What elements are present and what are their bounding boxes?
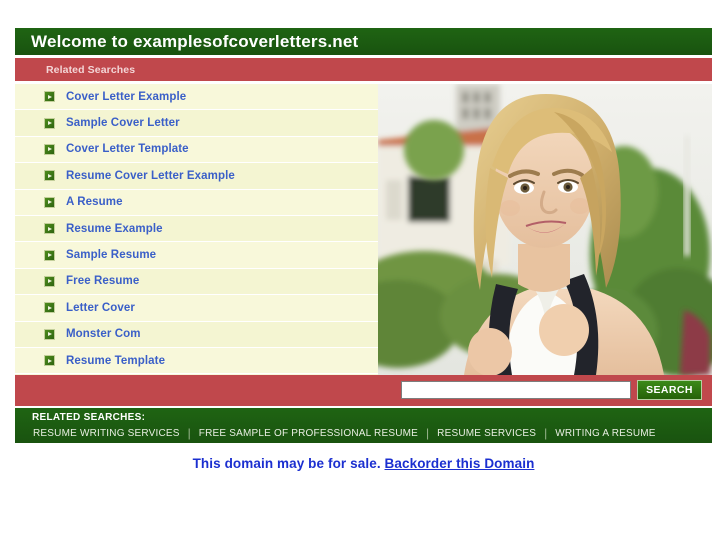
related-link[interactable]: Resume Cover Letter Example — [66, 170, 235, 182]
student-photo-illustration — [378, 84, 712, 375]
search-input[interactable] — [401, 381, 631, 399]
list-item[interactable]: Sample Cover Letter — [15, 110, 378, 137]
footer-separator: | — [426, 426, 430, 440]
page-root: Welcome to examplesofcoverletters.net Re… — [0, 0, 727, 545]
footer-link[interactable]: RESUME SERVICES — [437, 428, 536, 439]
related-searches-bar: Related Searches — [15, 58, 712, 81]
arrow-bullet-icon — [44, 170, 55, 182]
site-header: Welcome to examplesofcoverletters.net — [15, 28, 712, 55]
related-link[interactable]: Monster Com — [66, 328, 141, 340]
arrow-bullet-icon — [44, 91, 55, 103]
footer-link[interactable]: RESUME WRITING SERVICES — [33, 428, 180, 439]
hero-photo — [378, 84, 712, 375]
search-bar: SEARCH — [15, 375, 712, 406]
list-item[interactable]: Letter Cover — [15, 295, 378, 322]
related-links-list: Cover Letter Example Sample Cover Letter… — [15, 84, 378, 375]
search-button[interactable]: SEARCH — [637, 380, 702, 400]
list-item[interactable]: Sample Resume — [15, 242, 378, 269]
arrow-bullet-icon — [44, 328, 55, 340]
arrow-bullet-icon — [44, 143, 55, 155]
footer-link[interactable]: FREE SAMPLE OF PROFESSIONAL RESUME — [199, 428, 418, 439]
arrow-bullet-icon — [44, 117, 55, 129]
related-link[interactable]: Resume Example — [66, 223, 163, 235]
arrow-bullet-icon — [44, 302, 55, 314]
list-item[interactable]: Cover Letter Template — [15, 136, 378, 164]
footer-heading: RELATED SEARCHES: — [32, 412, 146, 423]
arrow-bullet-icon — [44, 249, 55, 261]
list-item[interactable]: Resume Example — [15, 215, 378, 243]
domain-sale-text: This domain may be for sale. — [192, 456, 381, 471]
footer-link[interactable]: WRITING A RESUME — [555, 428, 655, 439]
domain-sale-notice: This domain may be for sale. Backorder t… — [0, 456, 727, 471]
list-item[interactable]: A Resume — [15, 189, 378, 216]
related-link[interactable]: Free Resume — [66, 275, 139, 287]
list-item[interactable]: Resume Template — [15, 347, 378, 375]
related-link[interactable]: Cover Letter Template — [66, 143, 189, 155]
arrow-bullet-icon — [44, 355, 55, 367]
list-item[interactable]: Free Resume — [15, 268, 378, 296]
arrow-bullet-icon — [44, 223, 55, 235]
backorder-domain-link[interactable]: Backorder this Domain — [385, 456, 535, 471]
arrow-bullet-icon — [44, 196, 55, 208]
footer-separator: | — [544, 426, 548, 440]
footer-separator: | — [187, 426, 191, 440]
related-link[interactable]: Sample Resume — [66, 249, 156, 261]
page-title: Welcome to examplesofcoverletters.net — [31, 31, 359, 51]
related-link[interactable]: A Resume — [66, 196, 123, 208]
related-link[interactable]: Cover Letter Example — [66, 91, 186, 103]
related-link[interactable]: Resume Template — [66, 355, 165, 367]
list-item[interactable]: Resume Cover Letter Example — [15, 163, 378, 190]
related-searches-label: Related Searches — [46, 63, 136, 76]
footer-related-searches: RELATED SEARCHES: RESUME WRITING SERVICE… — [15, 408, 712, 443]
list-item[interactable]: Monster Com — [15, 321, 378, 348]
arrow-bullet-icon — [44, 275, 55, 287]
list-item[interactable]: Cover Letter Example — [15, 84, 378, 111]
related-link[interactable]: Letter Cover — [66, 302, 135, 314]
related-link[interactable]: Sample Cover Letter — [66, 117, 180, 129]
footer-links: RESUME WRITING SERVICES | FREE SAMPLE OF… — [33, 427, 656, 439]
